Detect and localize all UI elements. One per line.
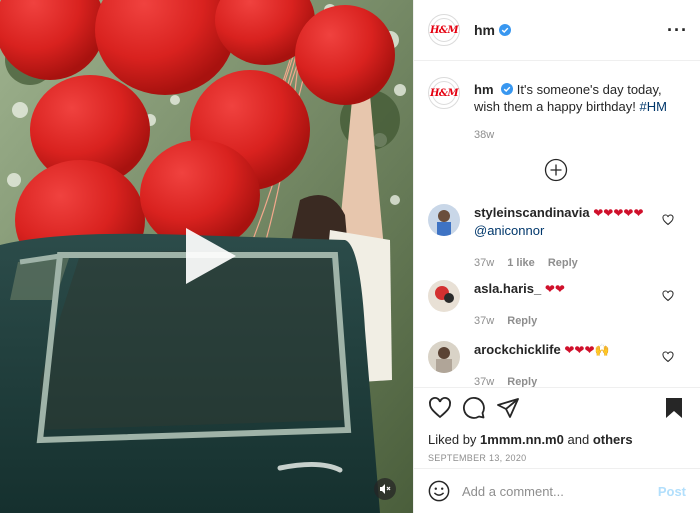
comment-age[interactable]: 37w [474, 315, 494, 327]
post-video[interactable] [0, 0, 413, 513]
comment-text: ❤❤ [544, 282, 565, 296]
commenter-avatar[interactable] [428, 204, 460, 236]
comment-mention[interactable]: @aniconnor [474, 222, 688, 240]
like-comment-heart-icon[interactable] [662, 351, 674, 363]
caption-text: hm It's someone's day today, wish them a… [474, 77, 688, 115]
play-icon[interactable] [180, 226, 240, 286]
comment-age[interactable]: 37w [474, 257, 494, 269]
post-actions: Liked by 1mmm.nn.m0 and others SEPTEMBER… [414, 387, 700, 463]
caption-age[interactable]: 38w [474, 129, 688, 141]
comment-item: arockchicklife ❤❤❤🙌 37w Reply [428, 341, 688, 387]
commenter-avatar[interactable] [428, 341, 460, 373]
commenter-avatar[interactable] [428, 280, 460, 312]
caption-body: hm It's someone's day today, wish them a… [474, 77, 688, 141]
share-icon[interactable] [496, 396, 520, 420]
verified-badge-icon [499, 24, 511, 36]
post-header: H&M hm ··· [414, 0, 700, 61]
action-icons [428, 396, 686, 430]
hm-logo: H&M [430, 81, 459, 105]
comment-username[interactable]: arockchicklife [474, 342, 561, 357]
comment-likes[interactable]: 1 like [507, 257, 535, 269]
comment-meta: 37w Reply [474, 312, 688, 330]
post-details-panel: H&M hm ··· H&M hm It's someone's day tod… [413, 0, 700, 513]
liked-by: Liked by 1mmm.nn.m0 and others [428, 432, 633, 447]
reply-button[interactable]: Reply [548, 257, 578, 269]
mute-icon[interactable] [374, 478, 396, 500]
save-bookmark-icon[interactable] [662, 396, 686, 420]
caption-hashtag[interactable]: #HM [640, 99, 667, 114]
like-comment-heart-icon[interactable] [662, 290, 674, 302]
add-comment-bar: Post [414, 468, 700, 513]
like-comment-heart-icon[interactable] [662, 214, 674, 226]
post-comment-button[interactable]: Post [658, 484, 686, 499]
comment-age[interactable]: 37w [474, 376, 494, 387]
post-username[interactable]: hm [474, 22, 495, 38]
comment-text: ❤❤❤❤❤ [593, 206, 644, 220]
comment-body: arockchicklife ❤❤❤🙌 37w Reply [474, 341, 688, 387]
comment-body: styleinscandinavia ❤❤❤❤❤ @aniconnor 37w … [474, 204, 688, 272]
comment-meta: 37w 1 like Reply [474, 254, 688, 272]
comment-icon[interactable] [462, 396, 486, 420]
load-more-comments-icon[interactable] [544, 158, 568, 182]
reply-button[interactable]: Reply [507, 376, 537, 387]
like-heart-icon[interactable] [428, 396, 452, 420]
comment-item: asla.haris_ ❤❤ 37w Reply [428, 280, 688, 330]
comment-input[interactable] [462, 483, 650, 499]
comment-item: styleinscandinavia ❤❤❤❤❤ @aniconnor 37w … [428, 204, 688, 272]
post-date[interactable]: SEPTEMBER 13, 2020 [428, 453, 686, 463]
hm-logo: H&M [430, 18, 459, 42]
reply-button[interactable]: Reply [507, 315, 537, 327]
more-options-icon[interactable]: ··· [667, 21, 688, 39]
post-caption: H&M hm It's someone's day today, wish th… [414, 61, 700, 141]
comments-list: H&M hm It's someone's day today, wish th… [414, 61, 700, 387]
comment-meta: 37w Reply [474, 373, 688, 387]
verified-badge-icon [501, 83, 514, 95]
liked-by-user[interactable]: 1mmm.nn.m0 [480, 432, 564, 447]
comment-username[interactable]: styleinscandinavia [474, 205, 590, 220]
caption-avatar[interactable]: H&M [428, 77, 460, 109]
comment-text: ❤❤❤🙌 [564, 343, 610, 357]
caption-username[interactable]: hm [474, 82, 494, 97]
liked-by-others[interactable]: others [593, 432, 633, 447]
comment-username[interactable]: asla.haris_ [474, 281, 541, 296]
emoji-icon[interactable] [428, 480, 450, 502]
profile-avatar[interactable]: H&M [428, 14, 460, 46]
comment-body: asla.haris_ ❤❤ 37w Reply [474, 280, 688, 330]
